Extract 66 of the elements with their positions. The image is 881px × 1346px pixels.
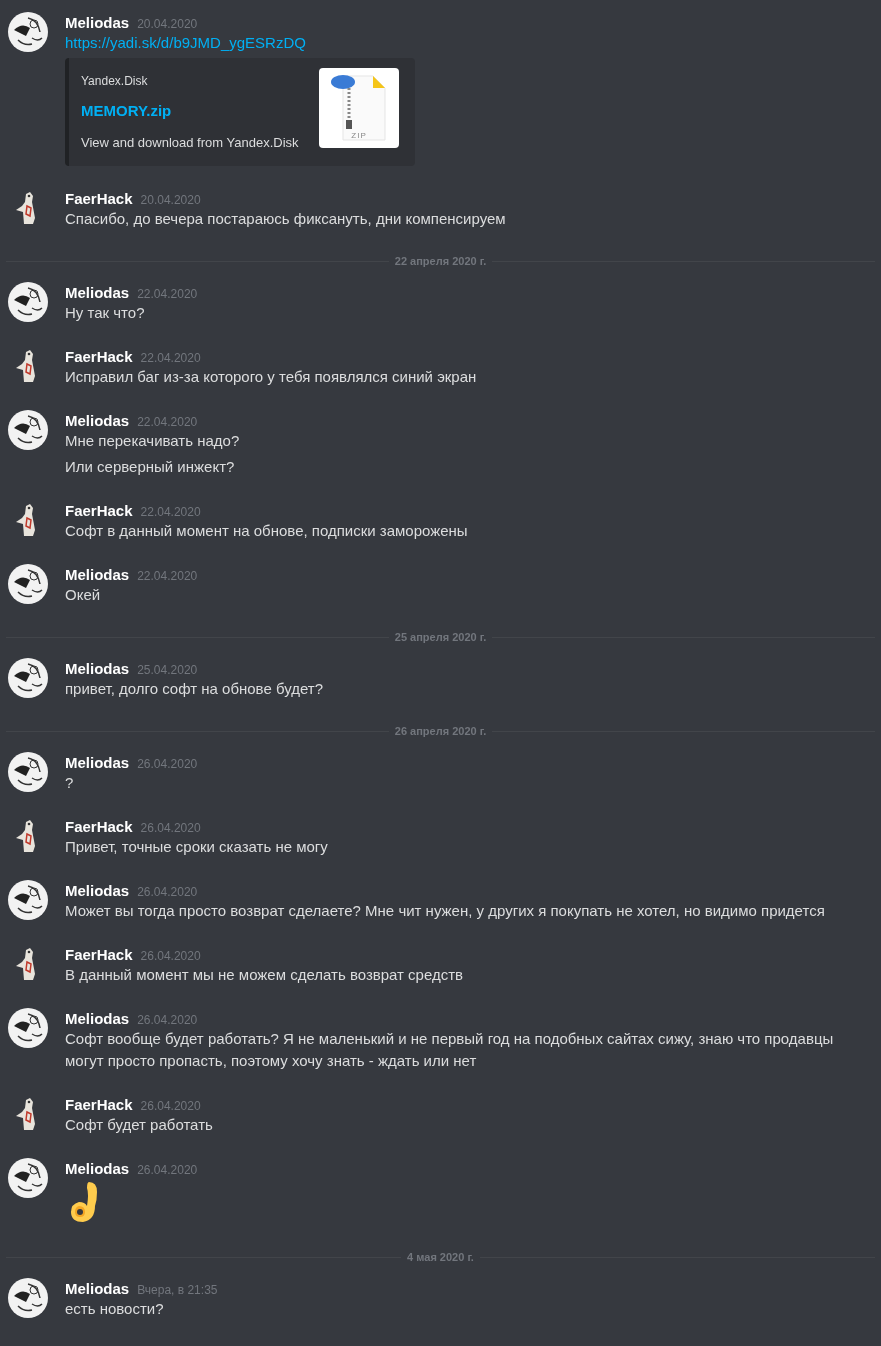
avatar-drawing	[8, 752, 48, 792]
message-text: Спасибо, до вечера постараюсь фиксануть, дни компенсируем	[65, 209, 506, 229]
date-divider: 25 апреля 2020 г.	[393, 629, 488, 645]
timestamp: 26.04.2020	[140, 820, 201, 837]
username[interactable]: Meliodas	[65, 658, 130, 681]
timestamp: 26.04.2020	[137, 884, 198, 901]
message-text: Мне перекачивать надо?	[65, 431, 240, 451]
timestamp: 22.04.2020	[137, 286, 198, 303]
timestamp: Вчера, в 21:35	[137, 1282, 218, 1299]
timestamp: 26.04.2020	[140, 1098, 201, 1115]
avatar-drawing	[8, 12, 48, 52]
username[interactable]: Meliodas	[65, 1278, 130, 1301]
message-text: Или серверный инжект?	[65, 457, 236, 477]
message-text: В данный момент мы не можем сделать возврат средств	[65, 965, 464, 985]
timestamp: 22.04.2020	[140, 504, 201, 521]
timestamp: 20.04.2020	[140, 192, 201, 209]
username[interactable]: Meliodas	[65, 564, 130, 587]
timestamp: 25.04.2020	[137, 662, 198, 679]
username[interactable]: FaerHack	[65, 346, 133, 369]
message-text: Софт будет работать	[65, 1115, 213, 1135]
message-text: Ну так что?	[65, 303, 146, 323]
timestamp: 20.04.2020	[137, 16, 198, 33]
username[interactable]: Meliodas	[65, 880, 130, 903]
username[interactable]: Meliodas	[65, 282, 130, 305]
date-divider: 22 апреля 2020 г.	[393, 253, 488, 269]
message-text: Привет, точные сроки сказать не могу	[65, 837, 328, 857]
message-text: Софт вообще будет работать? Я не маленький и не первый год на подобных сайтах сижу, знаю что продавцы могут просто пропасть, поэтому хочу знать - ждать или нет	[65, 1029, 835, 1071]
username[interactable]: Meliodas	[65, 1008, 130, 1031]
embed-provider: Yandex.Disk	[81, 73, 149, 90]
message-text: Софт в данный момент на обнове, подписки заморожены	[65, 521, 468, 541]
avatar-drawing	[8, 1278, 48, 1318]
timestamp: 26.04.2020	[140, 948, 201, 965]
username[interactable]: FaerHack	[65, 1094, 133, 1117]
avatar-drawing	[8, 658, 48, 698]
username[interactable]: Meliodas	[65, 752, 130, 775]
username[interactable]: Meliodas	[65, 12, 130, 35]
date-divider: 4 мая 2020 г.	[406, 1249, 475, 1265]
username[interactable]: Meliodas	[65, 1158, 130, 1181]
timestamp: 26.04.2020	[137, 756, 198, 773]
message-text: есть новости?	[65, 1299, 165, 1319]
timestamp: 22.04.2020	[137, 414, 198, 431]
username[interactable]: FaerHack	[65, 188, 133, 211]
message-text: ?	[65, 773, 75, 793]
username[interactable]: FaerHack	[65, 816, 133, 839]
message-text: Окей	[65, 585, 102, 605]
message-text: привет, долго софт на обнове будет?	[65, 679, 323, 699]
date-divider: 26 апреля 2020 г.	[393, 723, 488, 739]
avatar-drawing	[8, 410, 48, 450]
avatar-drawing	[8, 880, 48, 920]
thumbnail-label: ZIP	[351, 130, 367, 142]
avatar-drawing	[8, 564, 48, 604]
avatar-drawing	[8, 282, 48, 322]
timestamp: 22.04.2020	[137, 568, 198, 585]
message-text: Исправил баг из-за которого у тебя появлялся синий экран	[65, 367, 477, 387]
timestamp: 26.04.2020	[137, 1162, 198, 1179]
username[interactable]: FaerHack	[65, 944, 133, 967]
embed-title[interactable]: MEMORY.zip	[81, 100, 172, 123]
message-text: Может вы тогда просто возврат сделаете? Мне чит нужен, у других я покупать не хотел, но видимо придется	[65, 901, 825, 921]
message-link[interactable]: https://yadi.sk/d/b9JMD_ygESRzDQ	[65, 32, 306, 54]
avatar-drawing	[8, 1008, 48, 1048]
avatar-drawing	[8, 1158, 48, 1198]
embed-description: View and download from Yandex.Disk	[81, 133, 299, 152]
timestamp: 26.04.2020	[137, 1012, 198, 1029]
username[interactable]: FaerHack	[65, 500, 133, 523]
timestamp: 22.04.2020	[140, 350, 201, 367]
username[interactable]: Meliodas	[65, 410, 130, 433]
